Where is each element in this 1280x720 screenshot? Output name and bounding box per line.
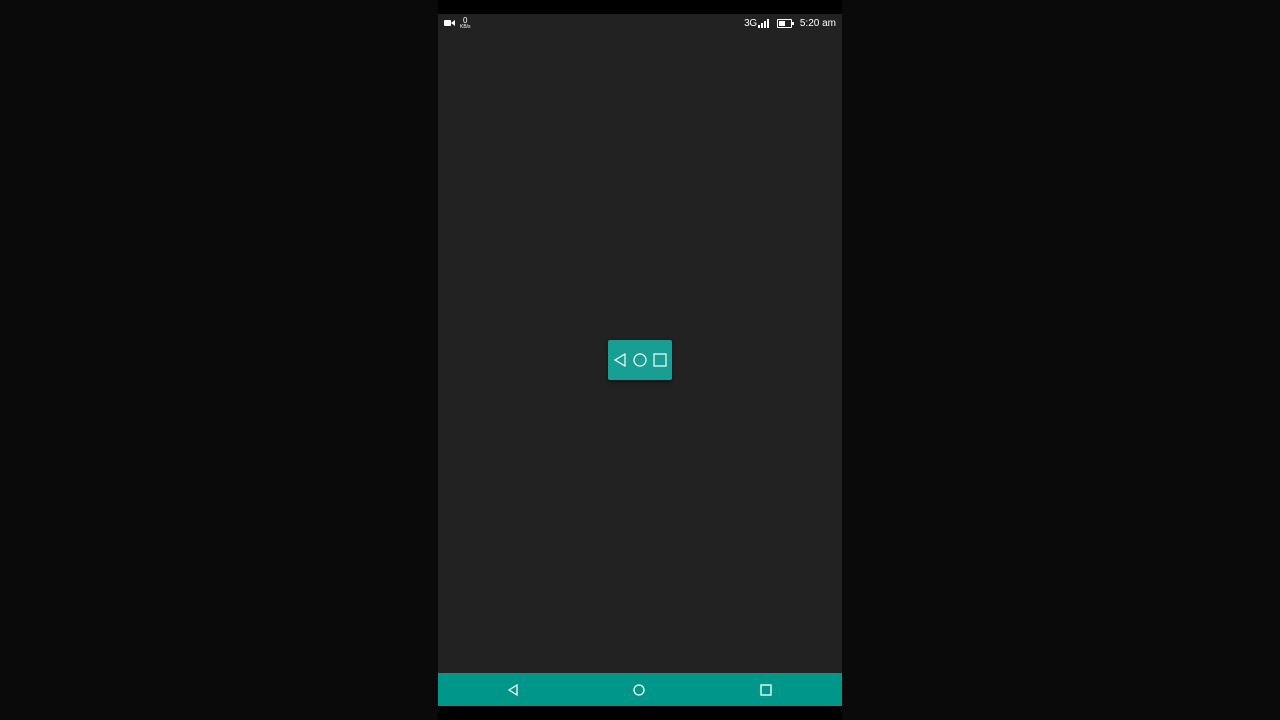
floating-navigation-button[interactable] (608, 340, 672, 380)
app-content-area (438, 32, 842, 673)
bottom-bezel (438, 706, 842, 720)
network-speed-indicator: 0 KB/s (460, 16, 471, 30)
battery-icon (776, 18, 794, 28)
floating-back-icon[interactable] (612, 352, 628, 368)
floating-home-icon[interactable] (632, 352, 648, 368)
status-left-group: 0 KB/s (444, 16, 471, 30)
phone-screen: 0 KB/s 3G 5:20 am (438, 0, 842, 720)
signal-icon (757, 18, 769, 28)
floating-recents-icon[interactable] (652, 352, 668, 368)
status-bar: 0 KB/s 3G 5:20 am (438, 14, 842, 32)
video-frame: 0 KB/s 3G 5:20 am (0, 0, 1280, 720)
network-type-label: 3G (744, 17, 757, 29)
nav-recents-button[interactable] (757, 681, 775, 699)
back-icon (507, 683, 518, 697)
system-navigation-bar (438, 673, 842, 706)
nav-back-button[interactable] (504, 681, 522, 699)
status-right-group: 3G 5:20 am (744, 16, 836, 30)
recents-icon (760, 684, 772, 696)
home-icon (633, 684, 645, 696)
network-indicator: 3G (744, 18, 769, 29)
video-camera-icon (444, 19, 456, 27)
network-speed-unit: KB/s (460, 23, 471, 30)
clock: 5:20 am (799, 17, 836, 29)
nav-home-button[interactable] (630, 681, 648, 699)
